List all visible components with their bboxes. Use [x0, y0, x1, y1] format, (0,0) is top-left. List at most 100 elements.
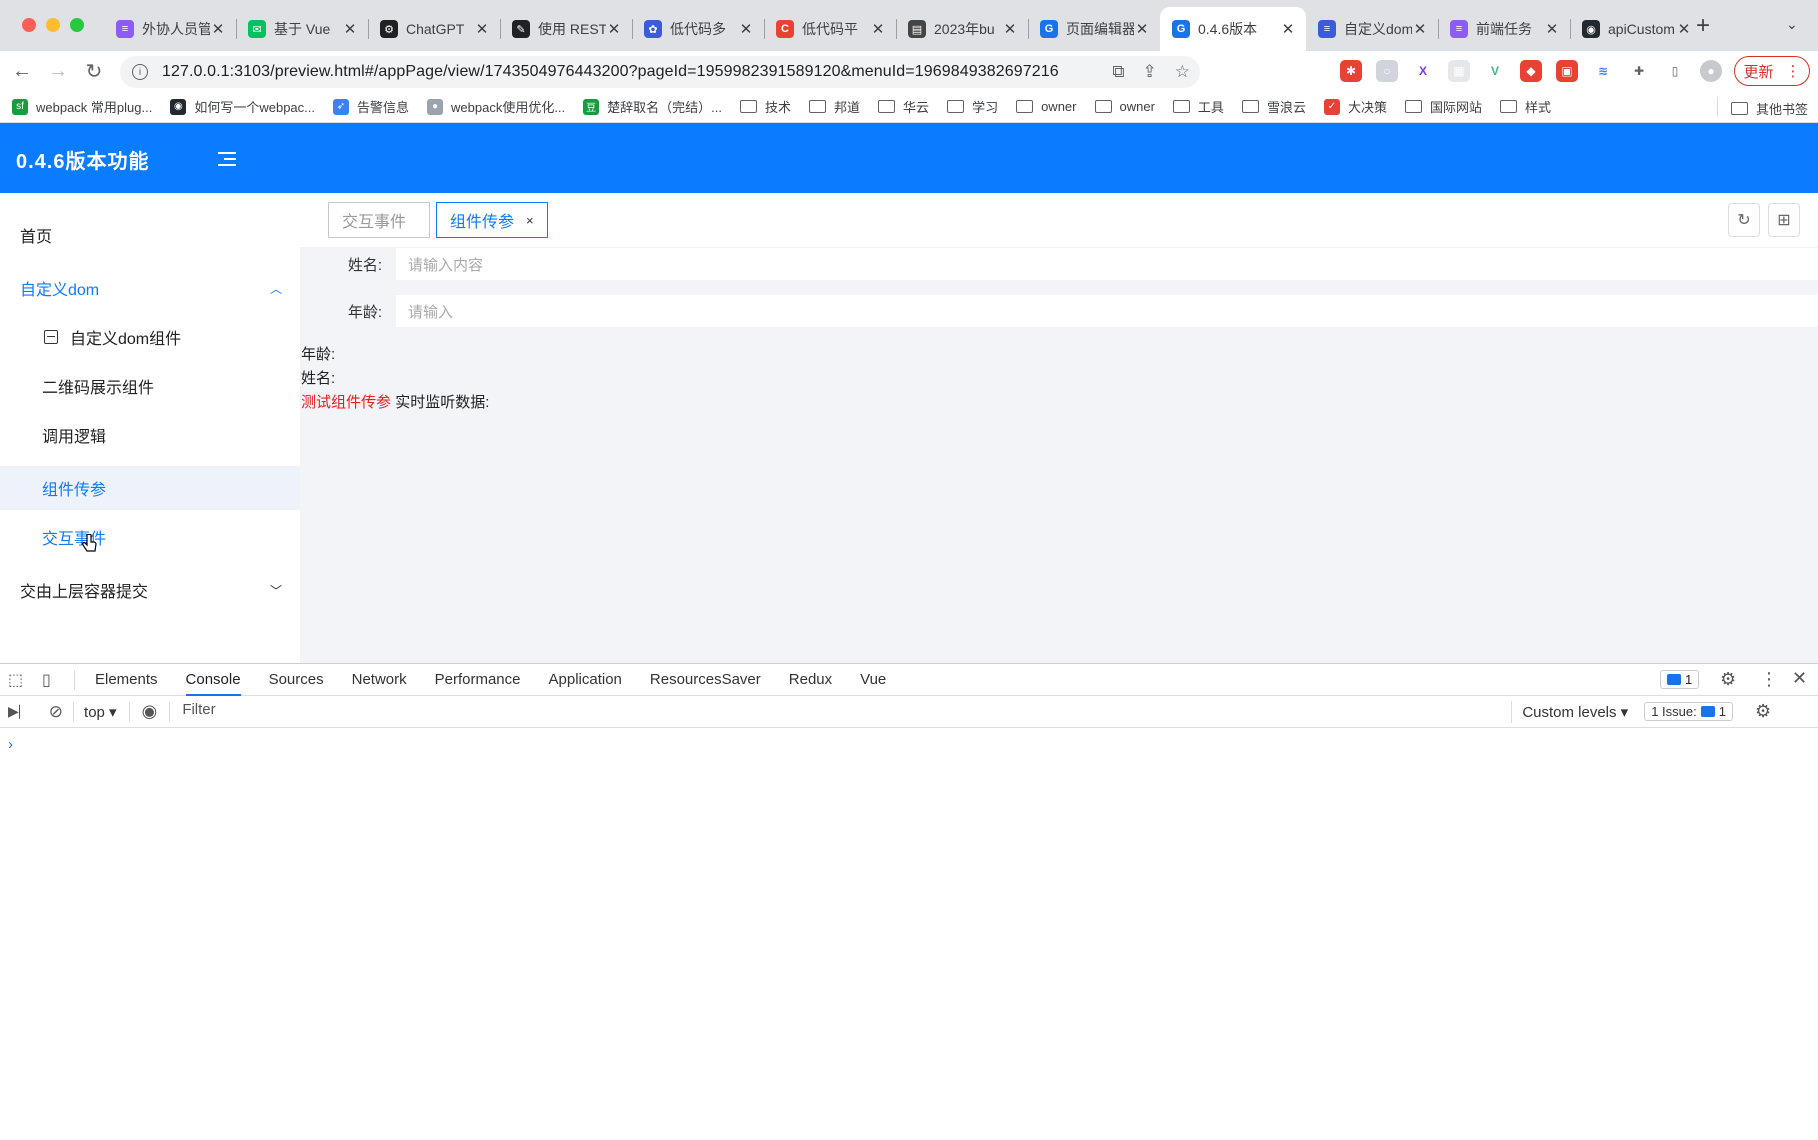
console-filter-input[interactable]: Filter	[182, 700, 1513, 723]
tab-interaction-events[interactable]: 交互事件	[328, 202, 430, 238]
maximize-window-button[interactable]	[70, 18, 84, 32]
tab-component-params[interactable]: 组件传参 ×	[436, 202, 548, 238]
bookmark-item[interactable]: ● webpack使用优化...	[427, 97, 565, 116]
browser-tab[interactable]: ≡ 自定义dom ✕	[1306, 7, 1438, 51]
browser-tab[interactable]: G 0.4.6版本 ✕	[1160, 7, 1306, 51]
devtools-tab-sources[interactable]: Sources	[269, 664, 324, 696]
tab-close-icon[interactable]: ✕	[342, 20, 358, 38]
translate-icon[interactable]: ⧉	[1112, 62, 1124, 82]
bookmark-item[interactable]: 豆楚辞取名（完结）...	[583, 97, 722, 116]
extension-layers-icon[interactable]: ≋	[1592, 60, 1614, 82]
inspect-element-icon[interactable]: ⬚	[8, 670, 28, 690]
bookmark-item[interactable]: 样式	[1499, 97, 1551, 116]
extension-x-icon[interactable]: X	[1412, 60, 1434, 82]
context-select[interactable]: top ▾	[84, 703, 117, 721]
bookmark-item[interactable]: 华云	[878, 97, 929, 116]
site-info-icon[interactable]: i	[132, 64, 148, 80]
extension-gray-icon[interactable]: ○	[1376, 60, 1398, 82]
tab-close-icon[interactable]: ✕	[1676, 20, 1692, 38]
log-levels-select[interactable]: Custom levels ▾	[1522, 703, 1628, 721]
tab-close-icon[interactable]: ✕	[1412, 20, 1428, 38]
bookmark-item[interactable]: 雪浪云	[1241, 97, 1306, 116]
devtools-tab-application[interactable]: Application	[549, 664, 622, 696]
sidebar-item-call-logic[interactable]: 调用逻辑	[0, 413, 300, 457]
bookmark-item[interactable]: 国际网站	[1404, 97, 1482, 116]
tab-close-icon[interactable]: ✕	[870, 20, 886, 38]
menu-collapse-icon[interactable]	[218, 152, 236, 170]
url-text[interactable]: 127.0.0.1:3103/preview.html#/appPage/vie…	[162, 63, 1059, 81]
devtools-tab-resourcessaver[interactable]: ResourcesSaver	[650, 664, 761, 696]
side-panel-icon[interactable]: ▯	[1664, 60, 1686, 82]
device-toggle-icon[interactable]: ▯	[42, 670, 62, 690]
bookmark-item[interactable]: owner	[1016, 99, 1077, 114]
grid-icon[interactable]: ⊞	[1768, 203, 1800, 237]
sidebar-item-home[interactable]: 首页	[0, 213, 300, 257]
sidebar-toggle-icon[interactable]: ▶⎸	[8, 703, 33, 720]
messages-badge[interactable]: 1	[1660, 670, 1700, 689]
browser-tab[interactable]: ✉ 基于 Vue ✕	[236, 7, 368, 51]
extension-grid-icon[interactable]: ▦	[1448, 60, 1470, 82]
new-tab-button[interactable]: +	[1696, 12, 1710, 40]
tab-close-icon[interactable]: ✕	[1280, 20, 1296, 38]
extension-colorful-icon[interactable]: ✱	[1340, 60, 1362, 82]
devtools-tab-console[interactable]: Console	[185, 664, 241, 696]
browser-tab[interactable]: ⚙ ChatGPT ✕	[368, 7, 500, 51]
issues-badge[interactable]: 1 Issue: 1	[1644, 702, 1733, 721]
bookmark-item[interactable]: sf webpack 常用plug...	[12, 97, 152, 116]
browser-tab[interactable]: ▤ 2023年bu ✕	[896, 7, 1028, 51]
close-icon[interactable]: ×	[526, 213, 534, 228]
bookmark-item[interactable]: ✓ 大决策	[1323, 97, 1387, 116]
share-icon[interactable]: ⇪	[1143, 62, 1157, 82]
reload-icon[interactable]: ↻	[78, 55, 110, 87]
bookmark-item[interactable]: owner	[1094, 99, 1155, 114]
browser-tab[interactable]: ✿ 低代码多 ✕	[632, 7, 764, 51]
tab-close-icon[interactable]: ✕	[1002, 20, 1018, 38]
sidebar-submenu-parent-submit[interactable]: 交由上层容器提交 ﹀	[0, 568, 300, 612]
browser-tab[interactable]: ≡ 前端任务 ✕	[1438, 7, 1570, 51]
tab-close-icon[interactable]: ✕	[1544, 20, 1560, 38]
tab-close-icon[interactable]: ✕	[606, 20, 622, 38]
sidebar-submenu-custom-dom[interactable]: 自定义dom ︿	[0, 266, 300, 310]
devtools-tab-vue[interactable]: Vue	[860, 664, 886, 696]
devtools-tab-redux[interactable]: Redux	[789, 664, 832, 696]
address-bar[interactable]: i 127.0.0.1:3103/preview.html#/appPage/v…	[120, 56, 1200, 88]
browser-tab[interactable]: C 低代码平 ✕	[764, 7, 896, 51]
extensions-puzzle-icon[interactable]: ✚	[1628, 60, 1650, 82]
browser-tab[interactable]: ≡ 外协人员管 ✕	[104, 7, 236, 51]
eye-icon[interactable]: ◉	[142, 701, 158, 722]
tab-close-icon[interactable]: ✕	[738, 20, 754, 38]
console-settings-icon[interactable]: ⚙	[1755, 701, 1771, 722]
age-input[interactable]: 请输入	[396, 295, 1818, 327]
devtools-tab-elements[interactable]: Elements	[95, 664, 158, 696]
browser-tab[interactable]: G 页面编辑器 ✕	[1028, 7, 1160, 51]
browser-tab[interactable]: ◉ apiCustom ✕	[1570, 7, 1702, 51]
sidebar-item-interaction-events[interactable]: 交互事件	[0, 515, 300, 559]
vue-devtools-icon[interactable]: V	[1484, 60, 1506, 82]
forward-arrow-icon[interactable]: →	[42, 55, 74, 87]
extension-cube-icon[interactable]: ▣	[1556, 60, 1578, 82]
browser-tab[interactable]: ✎ 使用 REST ✕	[500, 7, 632, 51]
tab-close-icon[interactable]: ✕	[474, 20, 490, 38]
devtools-tab-network[interactable]: Network	[352, 664, 407, 696]
devtools-settings-icon[interactable]: ⚙	[1720, 669, 1736, 690]
bookmark-item[interactable]: ➶ 告警信息	[333, 97, 409, 116]
sidebar-item-qrcode[interactable]: 二维码展示组件	[0, 364, 300, 408]
bookmark-star-icon[interactable]: ☆	[1175, 62, 1190, 82]
bookmark-item[interactable]: 邦道	[809, 97, 860, 116]
close-window-button[interactable]	[22, 18, 36, 32]
profile-avatar[interactable]: ●	[1700, 60, 1722, 82]
other-bookmarks[interactable]: 其他书签	[1730, 99, 1808, 118]
sidebar-item-component-params[interactable]: 组件传参	[0, 466, 300, 510]
devtools-tab-performance[interactable]: Performance	[435, 664, 521, 696]
tab-search-chevron-icon[interactable]: ⌄	[1786, 16, 1798, 33]
sidebar-item-custom-dom-component[interactable]: 自定义dom组件	[0, 315, 300, 359]
tab-close-icon[interactable]: ✕	[1134, 20, 1150, 38]
minimize-window-button[interactable]	[46, 18, 60, 32]
update-button[interactable]: 更新 ⋮	[1734, 56, 1810, 86]
refresh-icon[interactable]: ↻	[1728, 203, 1760, 237]
bookmark-item[interactable]: 工具	[1172, 97, 1224, 116]
back-arrow-icon[interactable]: ←	[6, 55, 38, 87]
bookmark-item[interactable]: 技术	[740, 97, 791, 116]
bookmark-item[interactable]: 学习	[947, 97, 998, 116]
tab-close-icon[interactable]: ✕	[210, 20, 226, 38]
